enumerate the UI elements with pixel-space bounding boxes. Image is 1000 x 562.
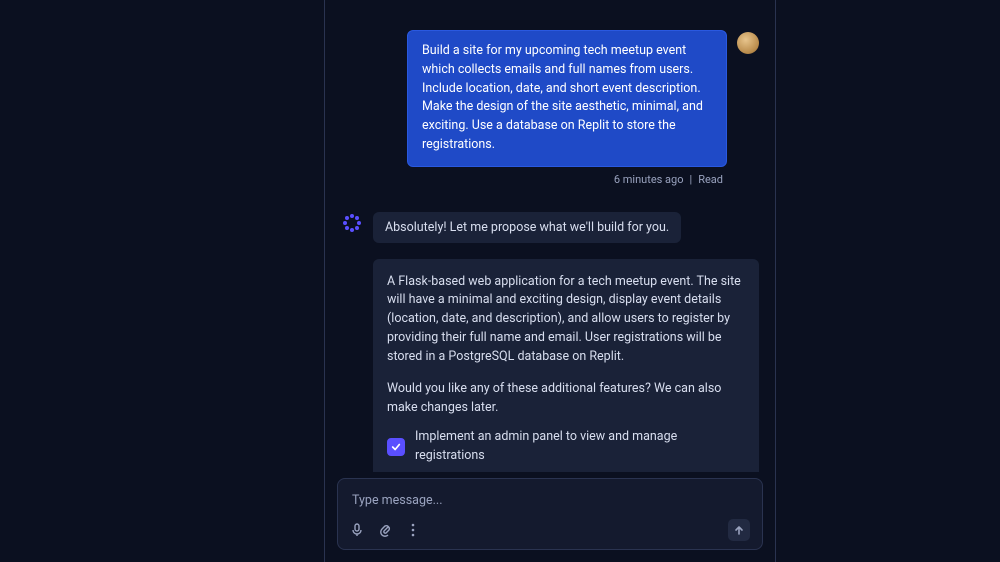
message-meta: 6 minutes ago | Read: [341, 173, 723, 186]
message-input[interactable]: [350, 492, 754, 509]
composer-tools-left: [350, 523, 420, 537]
user-message-row: Build a site for my upcoming tech meetup…: [341, 30, 759, 167]
feature-list: Implement an admin panel to view and man…: [387, 428, 745, 472]
feature-item-admin-panel[interactable]: Implement an admin panel to view and man…: [387, 428, 745, 466]
user-avatar[interactable]: [737, 32, 759, 54]
message-composer: [337, 478, 763, 550]
arrow-up-icon: [733, 524, 745, 536]
chat-panel: Build a site for my upcoming tech meetup…: [324, 0, 776, 562]
attachment-icon[interactable]: [378, 523, 392, 537]
plan-card: A Flask-based web application for a tech…: [373, 259, 759, 473]
meta-separator: |: [690, 173, 693, 186]
replit-ai-icon: [341, 212, 363, 234]
more-options-icon[interactable]: [406, 523, 420, 537]
ai-message-row: Absolutely! Let me propose what we'll bu…: [341, 212, 759, 243]
chat-scroll: Build a site for my upcoming tech meetup…: [325, 0, 775, 472]
composer-toolbar: [350, 519, 750, 541]
plan-description: A Flask-based web application for a tech…: [387, 273, 745, 367]
checkbox-icon[interactable]: [387, 438, 405, 456]
message-read-status: Read: [698, 173, 723, 186]
send-button[interactable]: [728, 519, 750, 541]
feature-label: Implement an admin panel to view and man…: [415, 428, 745, 466]
message-timestamp: 6 minutes ago: [614, 173, 684, 186]
ai-intro-bubble: Absolutely! Let me propose what we'll bu…: [373, 212, 681, 243]
microphone-icon[interactable]: [350, 523, 364, 537]
user-message-bubble: Build a site for my upcoming tech meetup…: [407, 30, 727, 167]
plan-question: Would you like any of these additional f…: [387, 380, 745, 418]
